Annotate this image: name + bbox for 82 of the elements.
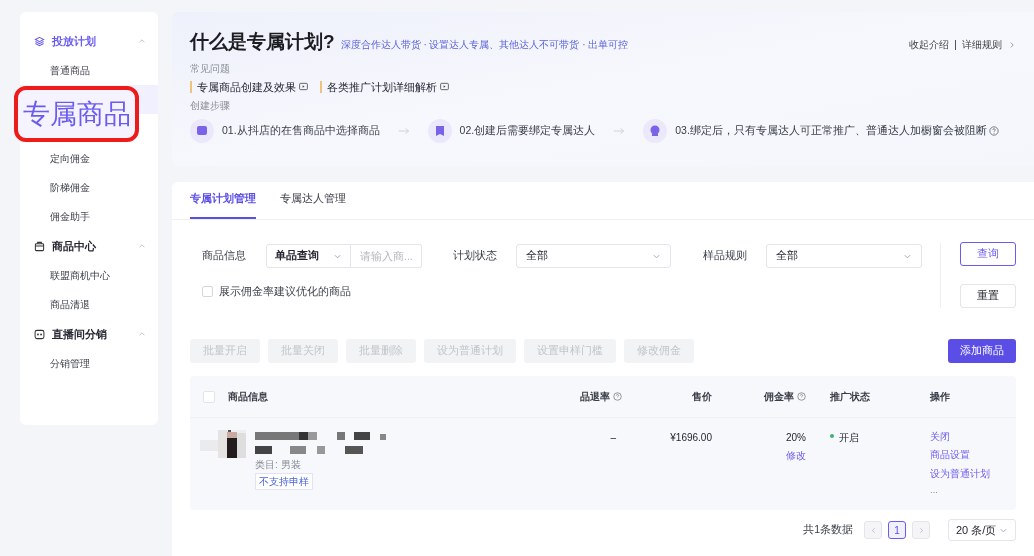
row-checkbox[interactable] [200,440,218,451]
table-cell-text: ¥1696.00 [669,431,712,445]
sidebar-item[interactable]: 商品清退 [20,290,158,319]
column-header: 售价 [691,390,712,404]
table-cell-text: – [609,431,617,445]
section-label: 常见问题 [190,61,231,76]
sample-tag: 不支持申样 [255,473,313,490]
layers-icon [34,35,45,47]
action-link[interactable]: 设为普通计划 [930,466,1016,481]
step-icon [427,118,452,143]
step-icon [643,118,668,143]
column-header: 商品信息 [228,390,269,404]
action-link[interactable]: 商品设置 [930,448,1016,463]
video-icon [299,82,308,91]
video-icon [440,82,449,91]
chevron-right-icon [1008,40,1016,49]
faq-link[interactable]: 专属商品创建及效果 [190,80,308,93]
column-header: 品退率 [558,389,622,404]
chevron-up-icon [138,242,146,250]
help-icon [613,392,622,401]
group-title: 投放计划 [52,33,97,49]
query-button[interactable]: 查询 [960,242,1016,266]
group-title: 直播间分销 [52,326,108,342]
table-cell-text: 20% [786,431,806,445]
category-text: 类目: 男装 [255,458,302,472]
reset-button[interactable]: 重置 [960,284,1016,308]
sidebar-item[interactable]: 阶梯佣金 [20,173,158,202]
checkbox[interactable] [203,390,215,403]
step-text: 02.创建后需要绑定专属达人 [459,122,596,138]
collapse-link[interactable]: 收起介绍 [909,37,949,52]
search-field[interactable]: 请输入商... [351,244,422,268]
chevron-right-icon [917,526,925,534]
tab[interactable]: 专属达人管理 [280,191,346,219]
page-button[interactable]: 1 [888,521,906,539]
page-title: 什么是专属计划? [190,30,335,54]
dropdown[interactable]: 全部 [516,244,671,268]
sidebar-item[interactable]: 定向佣金 [20,144,158,173]
step-text: 01.从抖店的在售商品中选择商品 [222,122,380,138]
page-size-select[interactable]: 20 条/页 [948,519,1016,541]
column-header: 推广状态 [829,390,871,404]
chevron-left-icon [869,526,877,534]
tv-icon [34,328,45,340]
field-label: 计划状态 [453,248,498,264]
chevron-up-icon [138,37,146,45]
edit-link[interactable]: 修改 [786,448,806,463]
sidebar-group-header[interactable]: 商品中心 [20,231,158,261]
rules-link[interactable]: 详细规则 [962,37,1002,52]
field-label: 商品信息 [202,248,247,264]
sidebar-item[interactable]: 分销管理 [20,349,158,378]
arrow-right-icon [397,126,410,135]
group-title: 商品中心 [52,238,97,254]
next-page-button[interactable] [912,521,930,539]
status-text: 开启 [839,431,859,445]
column-header: 操作 [930,390,951,404]
tab[interactable]: 专属计划管理 [190,191,256,219]
more-link[interactable]: ... [930,484,1016,495]
chevron-up-icon [138,330,146,338]
faq-link[interactable]: 各类推广计划详细解析 [320,80,449,93]
column-header: 佣金率 [712,389,806,404]
sidebar-group-header[interactable]: 投放计划 [20,26,158,56]
arrow-right-icon [613,126,626,135]
dropdown[interactable]: 全部 [766,244,922,268]
box-icon [34,240,45,252]
subtitle-text: 深度合作达人带货 · 设置达人专属、其他达人不可带货 · 出单可控 [340,38,629,52]
sidebar-group-header[interactable]: 直播间分销 [20,319,158,349]
checkbox-label: 展示佣金率建议优化的商品 [219,284,351,299]
step-text: 03.绑定后，只有专属达人可正常推广、普通达人加橱窗会被阻断 [675,122,987,138]
checkbox[interactable] [202,286,213,298]
sidebar-item[interactable]: 普通商品 [20,56,158,85]
previous-page-button[interactable] [864,521,882,539]
query-type-select[interactable]: 单品查询 [266,244,351,268]
sidebar-item[interactable]: 佣金助手 [20,202,158,231]
callout-label: 专属商品 [14,86,139,142]
sidebar-item[interactable]: 联盟商机中心 [20,261,158,290]
step-icon [190,118,214,143]
field-label: 样品规则 [703,248,748,264]
section-label: 创建步骤 [190,98,231,113]
add-product-button[interactable]: 添加商品 [948,339,1016,363]
help-icon [797,392,806,401]
action-link[interactable]: 关闭 [930,430,1016,445]
help-icon [988,125,999,136]
total-count: 共1条数据 [803,522,853,538]
